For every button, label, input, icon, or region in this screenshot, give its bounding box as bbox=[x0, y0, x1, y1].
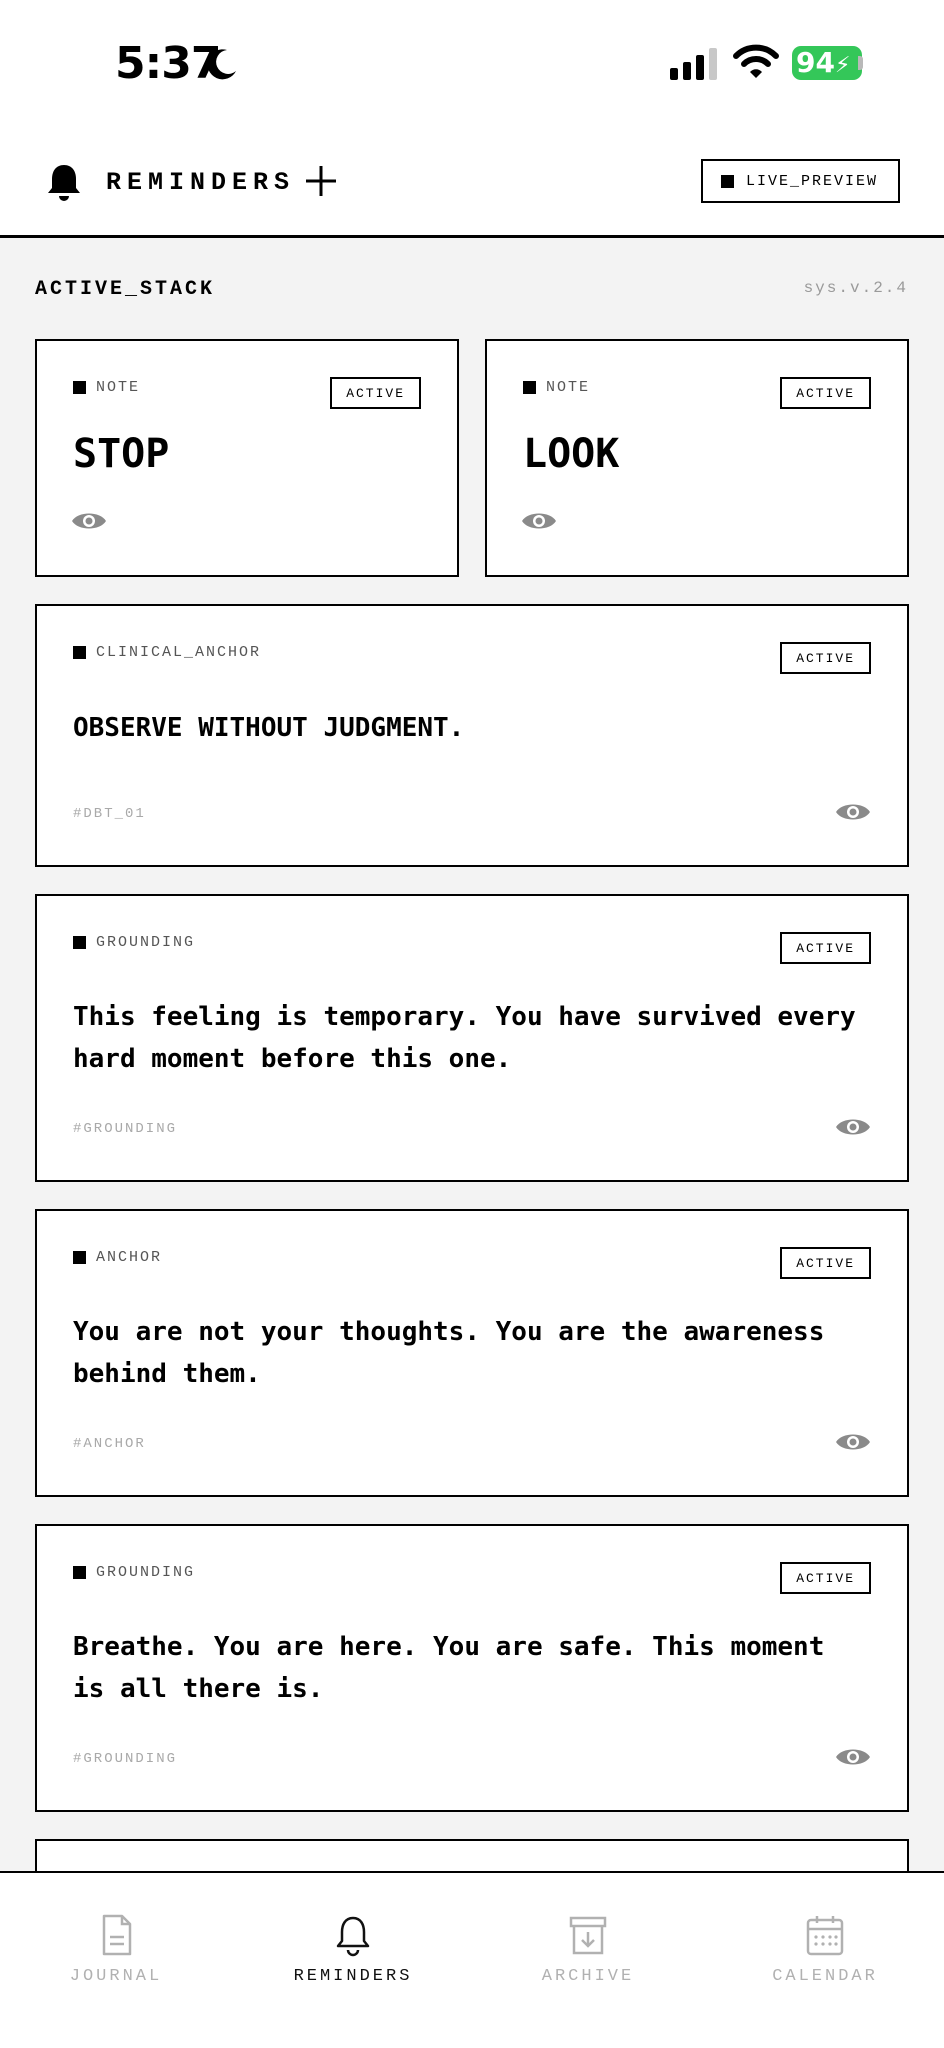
battery-indicator: 94⚡ bbox=[792, 46, 862, 80]
card-category: NOTE bbox=[523, 379, 590, 396]
card-category-label: NOTE bbox=[96, 379, 141, 396]
bottom-nav: JOURNAL REMINDERS ARCHIVE CALENDAR bbox=[0, 1871, 944, 2048]
nav-label: JOURNAL bbox=[69, 1967, 163, 1986]
moon-icon bbox=[207, 49, 236, 80]
card-tag: #GROUNDING bbox=[73, 1751, 178, 1767]
card-text: STOP bbox=[73, 431, 170, 477]
page-title: REMINDERS bbox=[106, 168, 296, 197]
app-header: REMINDERS LIVE_PREVIEW bbox=[0, 130, 944, 238]
reminder-card[interactable]: ANCHOR ACTIVE You are not your thoughts.… bbox=[35, 1209, 909, 1497]
eye-icon[interactable] bbox=[71, 509, 107, 533]
nav-archive[interactable]: ARCHIVE bbox=[498, 1913, 678, 1986]
card-tag: #ANCHOR bbox=[73, 1436, 146, 1452]
live-preview-label: LIVE_PREVIEW bbox=[746, 172, 879, 190]
document-icon bbox=[102, 1914, 132, 1956]
eye-icon[interactable] bbox=[835, 1430, 871, 1454]
card-category-label: CLINICAL_ANCHOR bbox=[96, 644, 262, 661]
square-icon bbox=[73, 936, 86, 949]
card-tag: #GROUNDING bbox=[73, 1121, 178, 1137]
status-bar: 5:37 94⚡ bbox=[0, 0, 944, 130]
charging-bolt-icon: ⚡ bbox=[834, 53, 851, 78]
add-reminder-button[interactable] bbox=[304, 164, 338, 198]
status-badge: ACTIVE bbox=[330, 377, 421, 409]
reminder-card[interactable]: CLINICAL_ANCHOR ACTIVE OBSERVE WITHOUT J… bbox=[35, 604, 909, 867]
nav-journal[interactable]: JOURNAL bbox=[26, 1913, 206, 1986]
battery-nub bbox=[858, 56, 863, 70]
card-category: CLINICAL_ANCHOR bbox=[73, 644, 261, 661]
square-icon bbox=[721, 174, 734, 188]
card-text: This feeling is temporary. You have surv… bbox=[73, 1002, 856, 1074]
card-category-label: ANCHOR bbox=[96, 1249, 163, 1266]
bell-icon bbox=[336, 1916, 370, 1957]
card-text: Breathe. You are here. You are safe. Thi… bbox=[73, 1632, 825, 1704]
version-label: sys.v.2.4 bbox=[803, 279, 908, 297]
eye-icon[interactable] bbox=[835, 1745, 871, 1769]
square-icon bbox=[73, 381, 86, 394]
eye-icon[interactable] bbox=[835, 1115, 871, 1139]
square-icon bbox=[523, 381, 536, 394]
card-text: You are not your thoughts. You are the a… bbox=[73, 1317, 825, 1389]
card-category: NOTE bbox=[73, 379, 140, 396]
square-icon bbox=[73, 1251, 86, 1264]
eye-icon[interactable] bbox=[835, 800, 871, 824]
square-icon bbox=[73, 646, 86, 659]
reminder-card[interactable]: GROUNDING ACTIVE Breathe. You are here. … bbox=[35, 1524, 909, 1812]
card-text: LOOK bbox=[523, 431, 620, 477]
wifi-icon bbox=[733, 44, 779, 78]
reminder-card-stop[interactable]: NOTE ACTIVE STOP bbox=[35, 339, 459, 577]
card-text: OBSERVE WITHOUT JUDGMENT. bbox=[73, 713, 465, 743]
card-category: GROUNDING bbox=[73, 1564, 195, 1581]
calendar-icon bbox=[806, 1916, 844, 1956]
eye-icon[interactable] bbox=[521, 509, 557, 533]
reminder-card[interactable]: GROUNDING ACTIVE This feeling is tempora… bbox=[35, 894, 909, 1182]
status-badge: ACTIVE bbox=[780, 642, 871, 674]
status-badge: ACTIVE bbox=[780, 932, 871, 964]
status-badge: ACTIVE bbox=[780, 377, 871, 409]
nav-calendar[interactable]: CALENDAR bbox=[735, 1913, 915, 1986]
card-category: ANCHOR bbox=[73, 1249, 162, 1266]
card-tag: #DBT_01 bbox=[73, 806, 146, 822]
square-icon bbox=[73, 1566, 86, 1579]
live-preview-button[interactable]: LIVE_PREVIEW bbox=[701, 159, 900, 203]
bell-icon bbox=[48, 165, 80, 201]
nav-label: ARCHIVE bbox=[541, 1967, 635, 1986]
nav-label: CALENDAR bbox=[772, 1967, 878, 1986]
archive-icon bbox=[569, 1916, 607, 1955]
card-category-label: NOTE bbox=[546, 379, 591, 396]
reminder-card-look[interactable]: NOTE ACTIVE LOOK bbox=[485, 339, 909, 577]
card-category-label: GROUNDING bbox=[96, 934, 196, 951]
card-category-label: GROUNDING bbox=[96, 1564, 196, 1581]
battery-level: 94 bbox=[796, 46, 835, 79]
nav-label: REMINDERS bbox=[293, 1967, 413, 1986]
nav-reminders[interactable]: REMINDERS bbox=[263, 1913, 443, 1986]
status-badge: ACTIVE bbox=[780, 1247, 871, 1279]
status-badge: ACTIVE bbox=[780, 1562, 871, 1594]
card-category: GROUNDING bbox=[73, 934, 195, 951]
section-title: ACTIVE_STACK bbox=[35, 278, 216, 301]
signal-icon bbox=[670, 48, 717, 80]
